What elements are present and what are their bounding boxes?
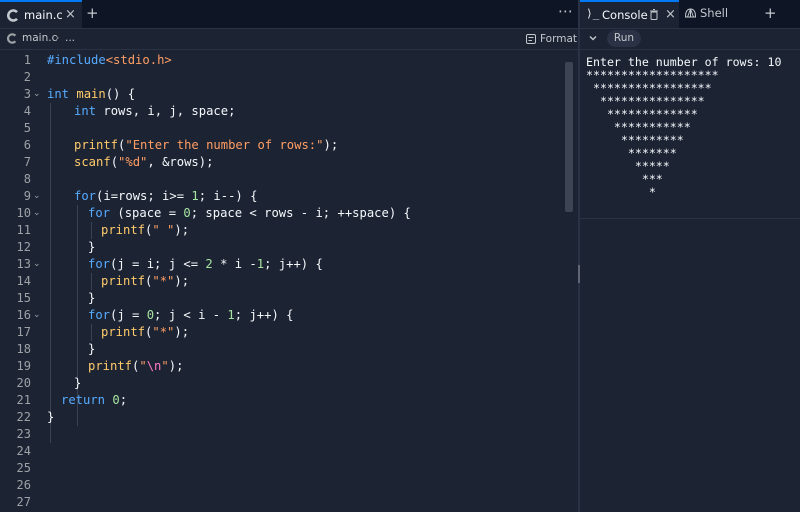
breadcrumb: main.c › ... Format <box>0 29 578 50</box>
code-line: return 0; <box>61 393 128 407</box>
c-language-icon <box>7 33 17 44</box>
fold-chevron-icon[interactable]: ⌄ <box>33 86 41 103</box>
fold-chevron-icon[interactable]: ⌄ <box>33 307 41 324</box>
fold-chevron-icon[interactable]: ⌄ <box>33 205 41 222</box>
line-number: 21 <box>16 393 31 407</box>
line-number: 27 <box>16 495 31 509</box>
line-number: 25 <box>16 461 31 475</box>
close-tab-icon[interactable]: × <box>65 7 76 22</box>
console-output: Enter the number of rows: 10 ************… <box>586 56 781 199</box>
code-line: printf(" "); <box>101 223 190 237</box>
tab-console[interactable]: ⟩_ Console × <box>580 0 679 28</box>
format-label: Format <box>540 33 578 45</box>
chevron-down-icon[interactable] <box>587 32 599 44</box>
code-line: for(j = 0; j < i - 1; j++) { <box>88 308 294 322</box>
line-number: 18 <box>16 342 31 356</box>
breadcrumb-more[interactable]: ... <box>65 32 75 44</box>
shell-icon <box>684 7 697 20</box>
breadcrumb-separator: › <box>55 31 60 44</box>
code-line: scanf("%d", &rows); <box>74 155 214 169</box>
console-pane: ⟩_ Console × Shell + Run Enter the numbe… <box>580 0 800 512</box>
code-line: printf("Enter the number of rows:"); <box>74 138 339 152</box>
code-line: int main() { <box>47 87 136 101</box>
code-line: } <box>88 342 96 356</box>
code-line: printf("*"); <box>101 274 190 288</box>
editor-pane: main.c × + ⋯ main.c › ... Format 1 #incl… <box>0 0 578 512</box>
console-tab-bar: ⟩_ Console × Shell + <box>580 0 800 29</box>
c-language-icon <box>7 9 19 22</box>
line-number: 24 <box>16 444 31 458</box>
line-number: 14 <box>16 274 31 288</box>
line-number: 20 <box>16 376 31 390</box>
terminal-prompt-icon: ⟩_ <box>586 7 600 20</box>
console-output-line: * <box>586 185 656 199</box>
format-icon <box>526 34 536 44</box>
code-line: for (space = 0; space < rows - i; ++spac… <box>88 206 411 220</box>
add-tab-button[interactable]: + <box>764 4 777 22</box>
code-line: for(i=rows; i>= 1; i--) { <box>74 189 258 203</box>
line-number: 10 <box>16 206 31 220</box>
fold-chevron-icon[interactable]: ⌄ <box>33 188 41 205</box>
line-number: 4 <box>23 104 31 118</box>
line-number: 13 <box>16 257 31 271</box>
code-line: printf("*"); <box>101 325 190 339</box>
more-options-icon[interactable]: ⋯ <box>558 2 574 20</box>
line-number: 5 <box>23 121 31 135</box>
trash-icon[interactable] <box>649 9 659 20</box>
line-number: 2 <box>23 70 31 84</box>
code-line: } <box>74 376 82 390</box>
fold-chevron-icon[interactable]: ⌄ <box>33 256 41 273</box>
run-button[interactable]: Run <box>607 30 641 47</box>
tab-label: main.c <box>24 8 63 22</box>
close-tab-icon[interactable]: × <box>665 7 676 22</box>
code-line: } <box>88 291 96 305</box>
code-line: #include<stdio.h> <box>47 53 172 67</box>
tab-main-c[interactable]: main.c × <box>0 0 82 28</box>
line-number: 7 <box>23 155 31 169</box>
console-separator <box>580 218 800 219</box>
line-number: 8 <box>23 172 31 186</box>
tab-label: Console <box>602 8 648 22</box>
line-number: 3 <box>23 87 31 101</box>
line-number: 15 <box>16 291 31 305</box>
code-line: printf("\n"); <box>88 359 184 373</box>
line-number: 11 <box>16 223 31 237</box>
console-toolbar: Run <box>580 29 800 50</box>
format-button[interactable]: Format <box>526 31 577 47</box>
line-number: 23 <box>16 427 31 441</box>
code-line: } <box>88 240 96 254</box>
line-number: 22 <box>16 410 31 424</box>
line-number: 9 <box>23 189 31 203</box>
tab-shell[interactable]: Shell <box>680 0 760 28</box>
add-tab-button[interactable]: + <box>86 4 99 22</box>
tab-label: Shell <box>700 6 729 20</box>
line-number: 16 <box>16 308 31 322</box>
line-number: 12 <box>16 240 31 254</box>
line-number: 1 <box>23 53 31 67</box>
editor-tab-bar: main.c × + ⋯ <box>0 0 578 29</box>
code-line: } <box>47 410 55 424</box>
line-number: 17 <box>16 325 31 339</box>
editor-scrollbar-thumb[interactable] <box>565 62 573 212</box>
line-number: 6 <box>23 138 31 152</box>
line-number: 19 <box>16 359 31 373</box>
line-number: 26 <box>16 478 31 492</box>
code-line: int rows, i, j, space; <box>74 104 236 118</box>
code-line: for(j = i; j <= 2 * i -1; j++) { <box>88 257 323 271</box>
breadcrumb-file[interactable]: main.c <box>22 32 57 44</box>
code-editor[interactable]: 1 #include<stdio.h> 2 3 ⌄ int main() { 4 … <box>0 52 562 512</box>
